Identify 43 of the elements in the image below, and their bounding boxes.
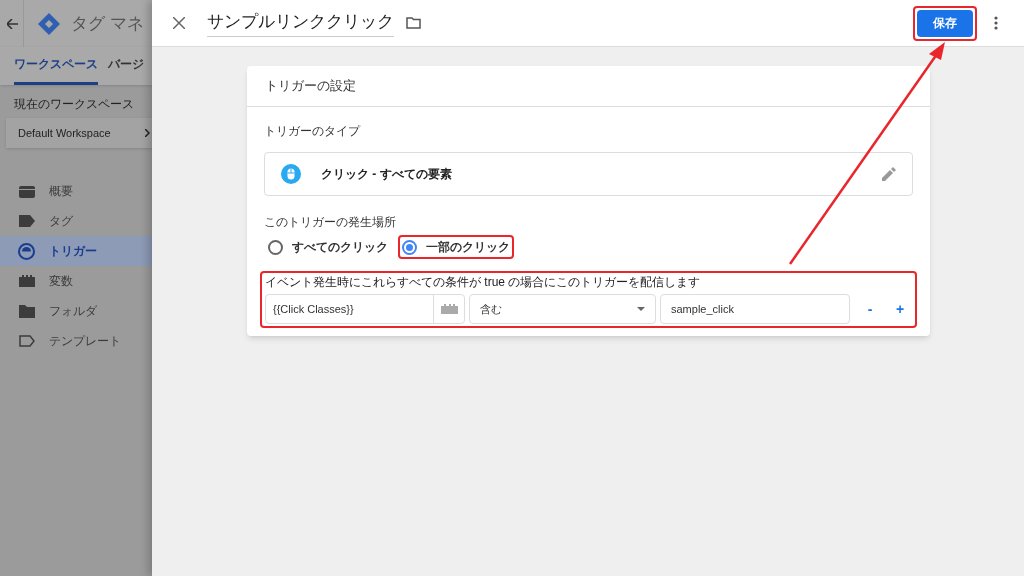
pencil-icon[interactable] [882, 167, 896, 181]
section-label: トリガーのタイプ [264, 123, 362, 140]
logo-icon [37, 11, 61, 36]
blocks-icon [18, 275, 35, 287]
trigger-type-name: クリック - すべての要素 [321, 166, 453, 183]
add-condition-button[interactable]: + [892, 298, 908, 320]
tab[interactable]: バージ [108, 55, 144, 85]
nav-item[interactable]: トリガー [0, 236, 152, 266]
back-arrow-icon[interactable] [7, 18, 18, 29]
mouse-icon [281, 164, 301, 184]
label-icon [18, 215, 35, 227]
nav-item[interactable]: フォルダ [0, 296, 152, 326]
card-title: トリガーの設定 [265, 77, 356, 96]
workspace-label: 現在のワークスペース [14, 96, 135, 113]
caret-icon [637, 307, 645, 311]
app-title: タグ マネ [71, 12, 144, 35]
nav-item[interactable]: 概要 [0, 176, 152, 206]
template-icon [18, 335, 35, 347]
nav-item[interactable]: タグ [0, 206, 152, 236]
save-button[interactable]: 保存 [917, 9, 973, 37]
trigger-type-card[interactable]: クリック - すべての要素 [264, 152, 913, 196]
more-icon[interactable] [994, 16, 998, 30]
tab[interactable]: ワークスペース [14, 55, 98, 85]
close-icon[interactable] [173, 17, 185, 29]
nav-item[interactable]: テンプレート [0, 326, 152, 356]
remove-condition-button[interactable]: - [862, 298, 878, 320]
operator-dropdown[interactable]: 含む [469, 294, 656, 324]
radio-option[interactable]: 一部のクリック [402, 238, 510, 256]
trigger-icon [18, 242, 35, 260]
section-label: このトリガーの発生場所 [264, 214, 397, 231]
folder-icon[interactable] [406, 17, 421, 29]
chevron-icon [145, 129, 150, 137]
workspace-selector[interactable]: Default Workspace [6, 118, 152, 148]
folder-icon [18, 304, 35, 318]
variable-field[interactable]: {{Click Classes}} [265, 294, 465, 324]
radio-option[interactable]: すべてのクリック [268, 238, 388, 256]
condition-description: イベント発生時にこれらすべての条件が true の場合にこのトリガーを配信します [265, 274, 702, 291]
briefcase-icon [18, 184, 35, 198]
nav-item[interactable]: 変数 [0, 266, 152, 296]
trigger-name-field[interactable]: サンプルリンククリック [207, 8, 394, 38]
radio-button[interactable] [268, 239, 283, 255]
radio-button[interactable] [402, 239, 417, 255]
value-field[interactable]: sample_click [660, 294, 850, 324]
